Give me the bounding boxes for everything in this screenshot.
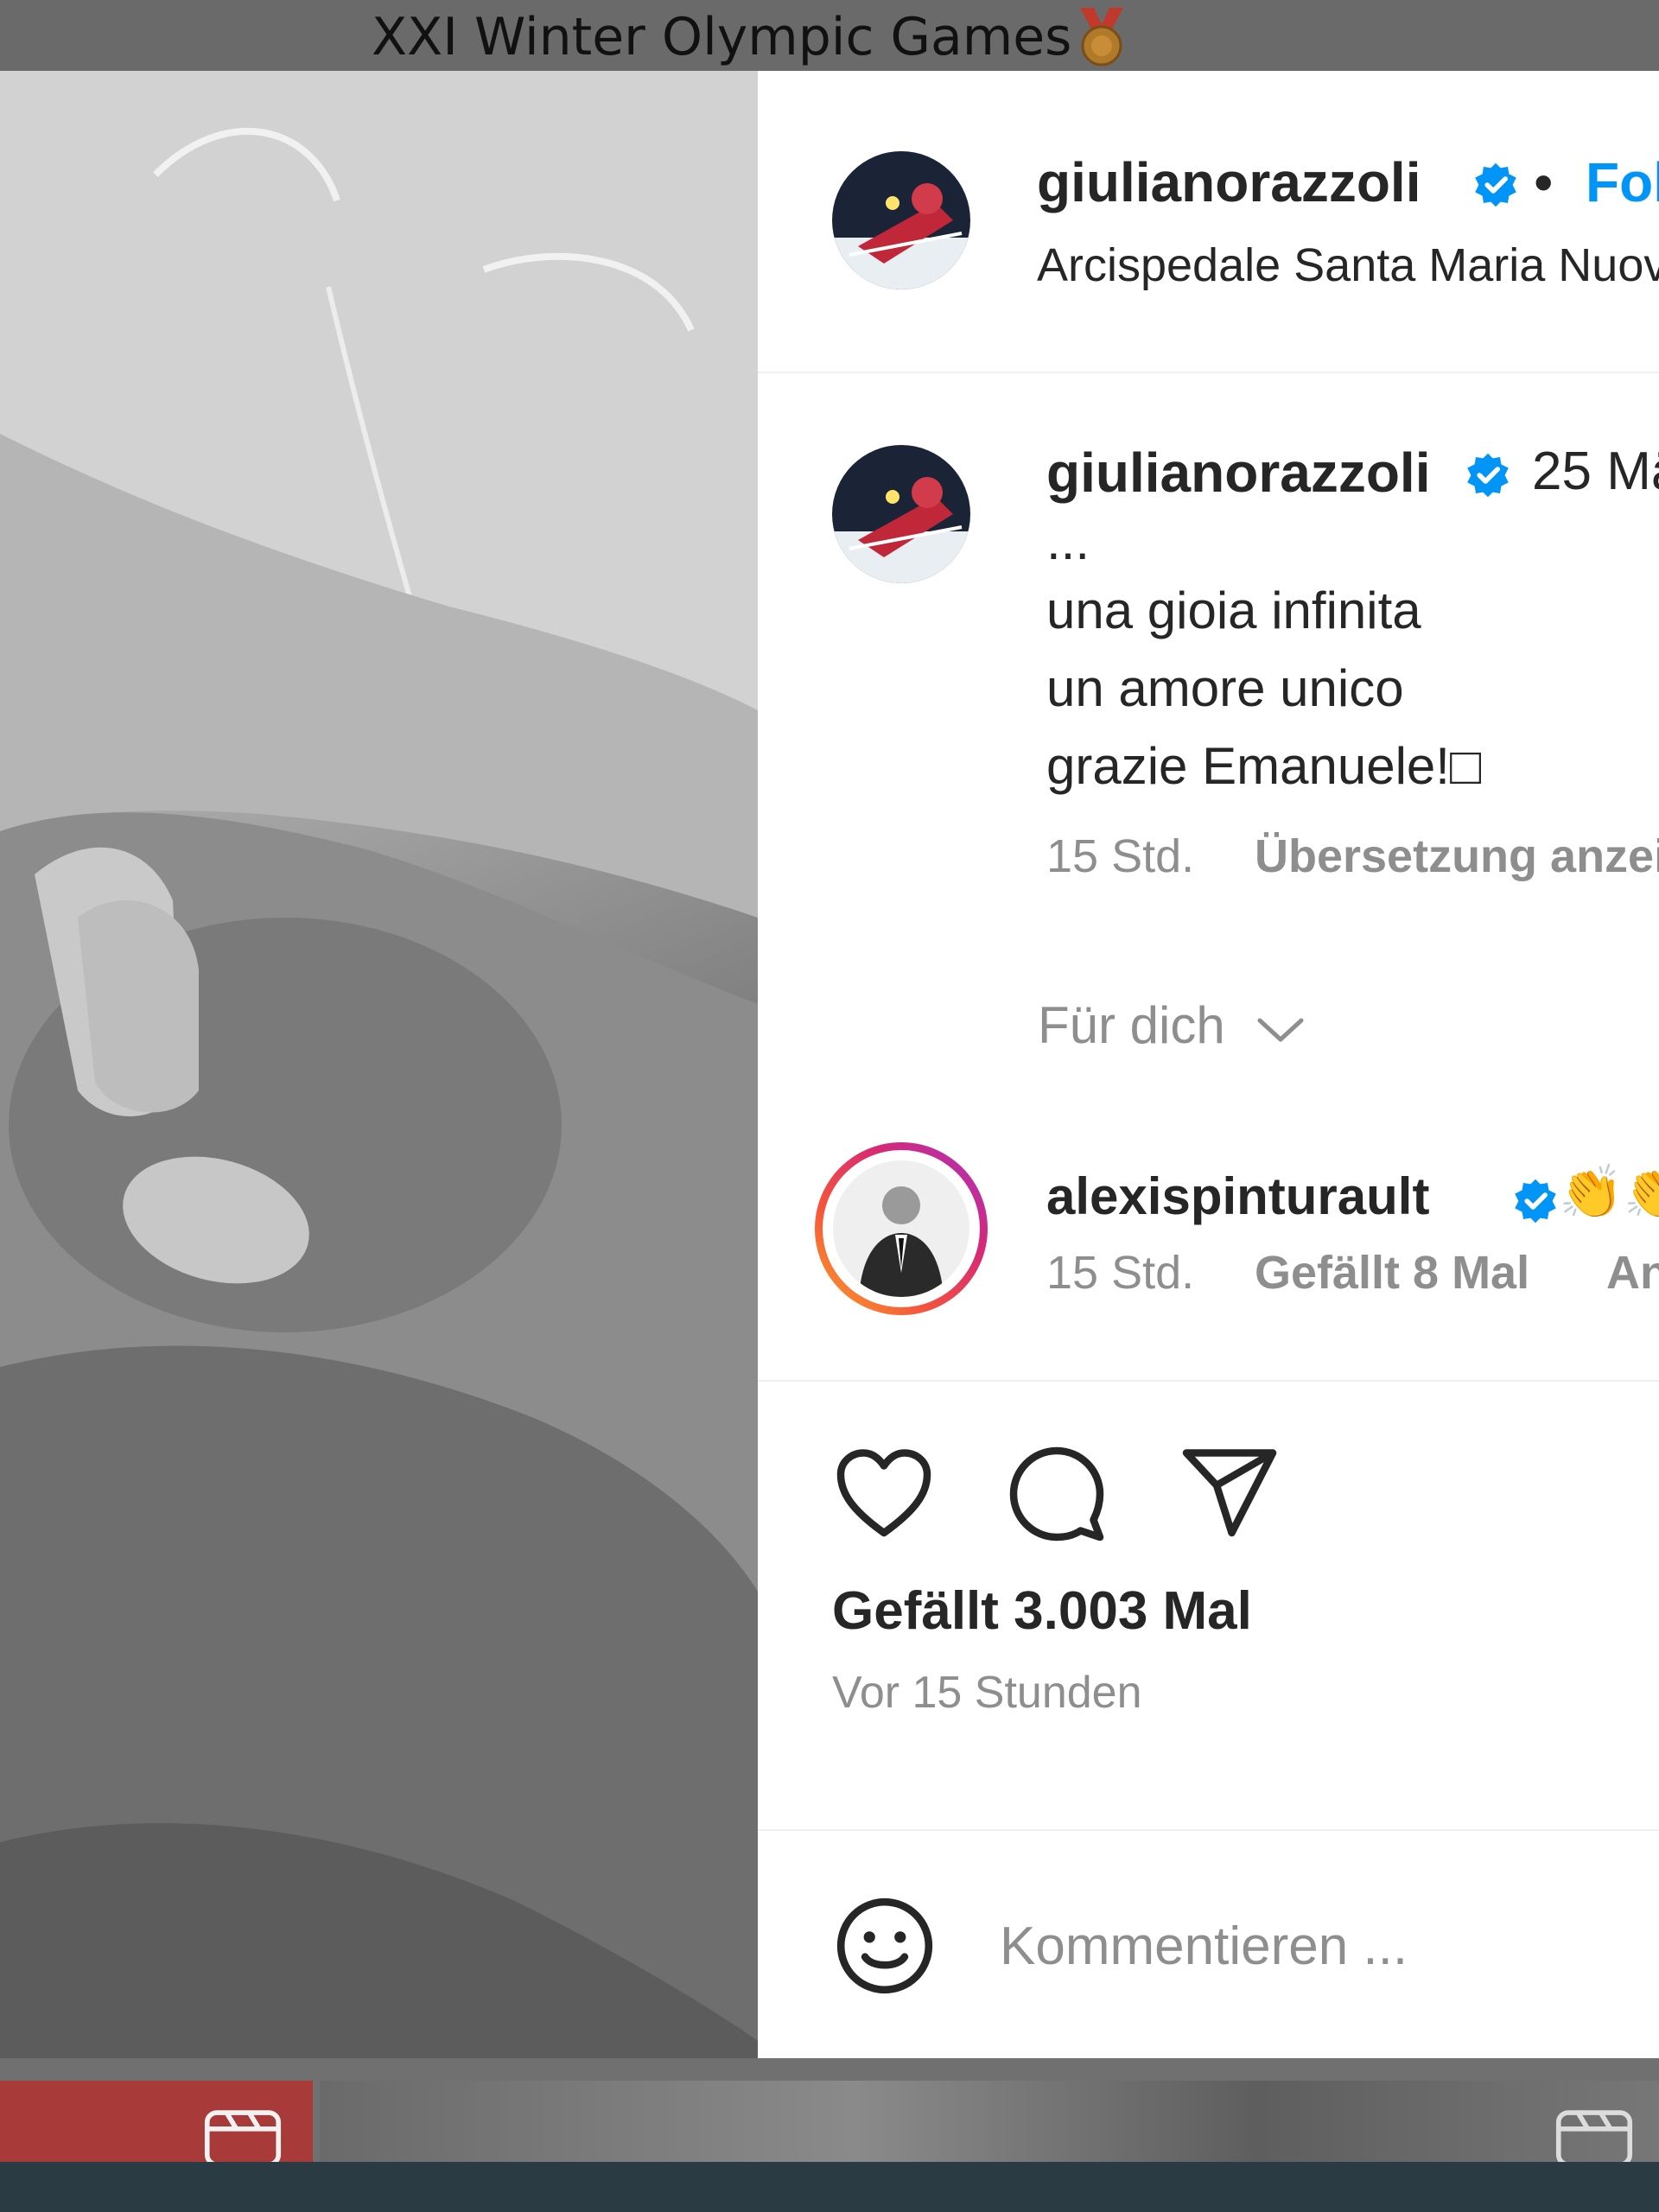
bottom-bar: [0, 2162, 1659, 2212]
comment-icon[interactable]: [1005, 1442, 1109, 1546]
caption-line: una gioia infinita: [1046, 582, 1421, 639]
overlay-caption-text: XXI Winter Olympic Games: [372, 7, 1072, 67]
send-icon[interactable]: [1178, 1442, 1281, 1546]
reel-icon: [204, 2110, 282, 2167]
comments-sort-dropdown[interactable]: Für dich: [1038, 995, 1306, 1055]
comments-sort-label: Für dich: [1038, 996, 1225, 1054]
post-actions: Gefällt 3.003 Mal Vor 15 Stunden: [758, 1380, 1659, 1898]
commenter-username[interactable]: alexispinturault: [1046, 1166, 1429, 1226]
post-side-panel: giulianorazzoli • Folgen Arcispedale San…: [758, 71, 1659, 2058]
commenter-story-ring[interactable]: [815, 1142, 988, 1315]
comment-text: 👏👏: [1559, 1162, 1659, 1223]
caption-line: un amore unico: [1046, 659, 1404, 717]
comment-timestamp: 15 Std.: [1046, 1247, 1195, 1299]
comment-likes-link[interactable]: Gefällt 8 Mal: [1255, 1246, 1529, 1300]
post-photo[interactable]: [0, 71, 758, 2058]
comment-reply-link[interactable]: Antworten: [1606, 1246, 1659, 1300]
commenter-avatar-frame: [823, 1150, 980, 1307]
show-translation-link[interactable]: Übersetzung anzeigen: [1255, 830, 1659, 883]
caption-line: grazie Emanuele!□: [1046, 737, 1482, 795]
post-location[interactable]: Arcispedale Santa Maria Nuova: [1037, 238, 1659, 292]
likes-count[interactable]: Gefällt 3.003 Mal: [832, 1580, 1252, 1642]
verified-badge-icon: [1467, 453, 1509, 498]
bronze-medal-icon: [1075, 8, 1128, 67]
commenter-avatar: [833, 1160, 969, 1297]
caption-line: ...: [1046, 512, 1090, 570]
verified-badge-icon: [1515, 1179, 1556, 1224]
chevron-down-icon: [1257, 1018, 1304, 1042]
post-photo-image: [0, 71, 758, 2058]
caption-username[interactable]: giulianorazzoli: [1046, 441, 1430, 505]
related-thumbnail[interactable]: [320, 2081, 1659, 2162]
header-separator: •: [1534, 151, 1554, 213]
comment-input[interactable]: [1000, 1890, 1639, 2002]
caption-timestamp: 15 Std.: [1046, 830, 1195, 882]
heart-icon[interactable]: [832, 1442, 936, 1546]
post-header: giulianorazzoli • Folgen Arcispedale San…: [758, 71, 1659, 373]
author-username[interactable]: giulianorazzoli: [1037, 150, 1421, 214]
caption-date: 25 März: [1532, 442, 1659, 501]
comment-composer: [758, 1829, 1659, 2058]
reel-icon: [1555, 2110, 1633, 2167]
overlay-caption: XXI Winter Olympic Games: [372, 5, 1128, 69]
verified-badge-icon: [1475, 162, 1516, 207]
caption-avatar[interactable]: [832, 445, 970, 583]
follow-button[interactable]: Folgen: [1586, 150, 1659, 214]
author-avatar[interactable]: [832, 151, 970, 289]
emoji-icon[interactable]: [832, 1893, 938, 1999]
post-age: Vor 15 Stunden: [832, 1668, 1142, 1718]
